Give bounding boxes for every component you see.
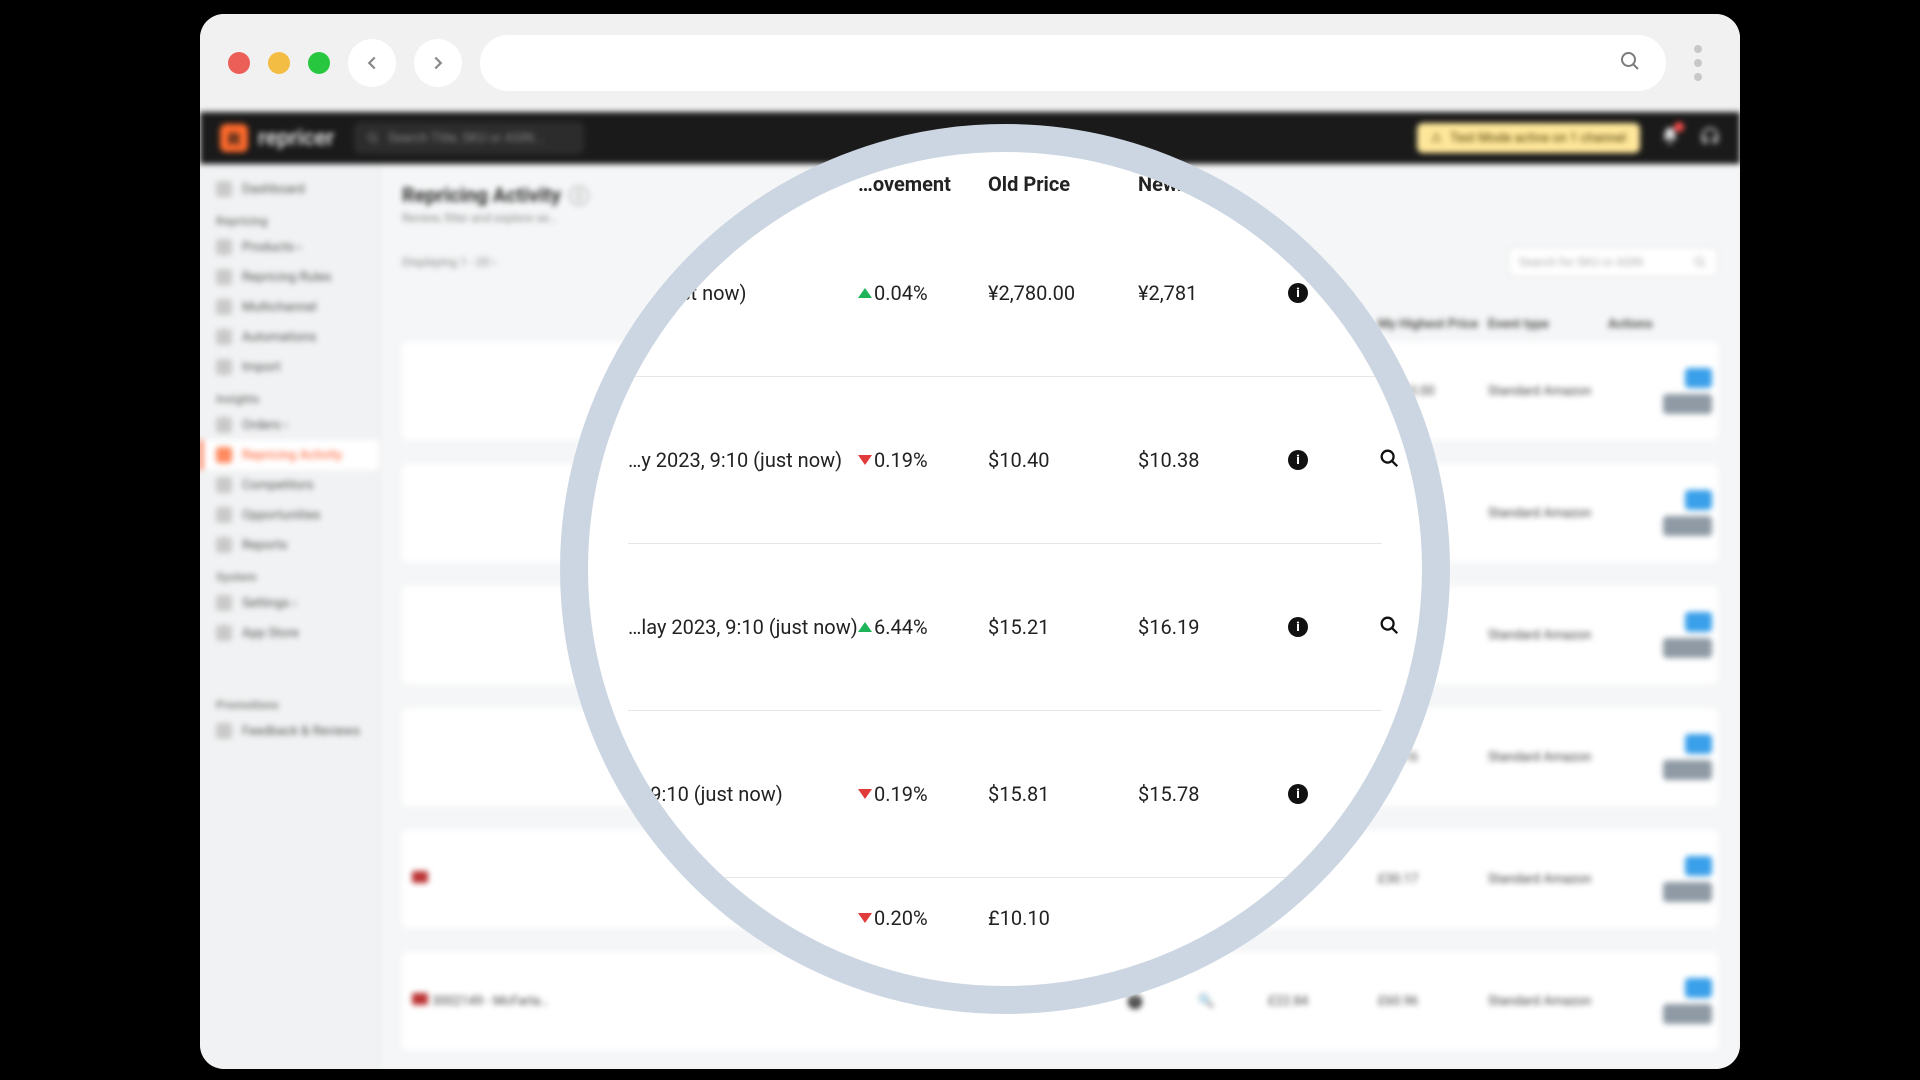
- test-mode-banner[interactable]: ⚠ Test Mode active on 1 channel: [1417, 123, 1641, 153]
- lens-timestamp: …lay 2023, 9:10 (just now): [628, 615, 858, 639]
- sidebar-item-multichannel[interactable]: Multichannel: [200, 292, 379, 322]
- browser-back-button[interactable]: [348, 39, 396, 87]
- sidebar-item-dashboard[interactable]: Dashboard: [200, 174, 379, 204]
- brand-name: repricer: [258, 126, 334, 151]
- sidebar-item-rules[interactable]: Repricing Rules: [200, 262, 379, 292]
- sidebar-item-products[interactable]: Products ›: [200, 232, 379, 262]
- lens-row: …0 (just now) 0.04% ¥2,780.00 ¥2,781 i: [628, 210, 1382, 377]
- movement-down-icon: 0.19%: [858, 782, 988, 806]
- lens-old-price: $15.81: [988, 782, 1138, 806]
- notifications-icon[interactable]: [1660, 126, 1680, 150]
- browser-url-bar[interactable]: [480, 35, 1666, 91]
- sidebar-item-import[interactable]: Import: [200, 352, 379, 382]
- sidebar-item-opportunities[interactable]: Opportunities: [200, 500, 379, 530]
- lens-timestamp: …, 9:10 (just now): [628, 782, 858, 806]
- lens-row: …, 9:10 (just now) 0.19% $15.81 $15.78 i: [628, 711, 1382, 878]
- browser-menu-icon[interactable]: [1684, 45, 1712, 81]
- badge: [1685, 368, 1712, 388]
- sidebar-item-appstore[interactable]: App Store: [200, 618, 379, 648]
- lens-new-price: $16.19: [1138, 615, 1288, 639]
- sidebar-item-automations[interactable]: Automations: [200, 322, 379, 352]
- movement-up-icon: 6.44%: [858, 615, 988, 639]
- magnifier-lens: …ovement Old Price New… …0 (just now) 0.…: [560, 124, 1450, 1014]
- sidebar-item-settings[interactable]: Settings ›: [200, 588, 379, 618]
- brand: ʀ repricer: [220, 124, 334, 152]
- sidebar-item-reports[interactable]: Reports: [200, 530, 379, 560]
- sidebar: Dashboard Repricing Products › Repricing…: [200, 164, 380, 1069]
- content-search-input[interactable]: Search for SKU or ASIN: [1508, 247, 1718, 277]
- sidebar-group-system: System: [200, 560, 379, 588]
- sidebar-item-feedback[interactable]: Feedback & Reviews: [200, 716, 379, 746]
- browser-titlebar: [200, 14, 1740, 112]
- sidebar-item-competitors[interactable]: Competitors: [200, 470, 379, 500]
- window-zoom-icon[interactable]: [308, 52, 330, 74]
- window-minimize-icon[interactable]: [268, 52, 290, 74]
- help-circle-icon[interactable]: ⓘ: [569, 180, 589, 209]
- lens-old-price: $10.40: [988, 448, 1138, 472]
- brand-logo-icon: ʀ: [220, 124, 248, 152]
- lens-old-price: $15.21: [988, 615, 1138, 639]
- sidebar-group-promotions: Promotions: [200, 688, 379, 716]
- lens-new-price: $10.38: [1138, 448, 1288, 472]
- lens-row: …y 2023, 9:10 (just now) 0.19% $10.40 $1…: [628, 377, 1382, 544]
- lens-old-price: ¥2,780.00: [988, 281, 1138, 305]
- movement-up-icon: 0.04%: [858, 281, 988, 305]
- sidebar-item-repricing-activity[interactable]: Repricing Activity: [200, 440, 379, 470]
- warning-icon: ⚠: [1431, 131, 1443, 146]
- help-icon[interactable]: [1700, 126, 1720, 150]
- lens-timestamp: …y 2023, 9:10 (just now): [628, 448, 858, 472]
- lens-row: …lay 2023, 9:10 (just now) 6.44% $15.21 …: [628, 544, 1382, 711]
- sidebar-item-orders[interactable]: Orders ›: [200, 410, 379, 440]
- header-search-input[interactable]: Search Title, SKU or ASIN...: [354, 122, 584, 154]
- sidebar-group-repricing: Repricing: [200, 204, 379, 232]
- info-icon[interactable]: i: [1128, 995, 1142, 1009]
- search-icon[interactable]: [1378, 447, 1438, 474]
- pagination-summary: Displaying 1 - 20 ›: [402, 255, 496, 269]
- search-icon: [1618, 49, 1642, 77]
- browser-forward-button[interactable]: [414, 39, 462, 87]
- lens-old-price: £10.10: [988, 906, 1138, 930]
- sidebar-group-insights: Insights: [200, 382, 379, 410]
- movement-down-icon: 0.20%: [858, 906, 988, 930]
- browser-window: ʀ repricer Search Title, SKU or ASIN... …: [200, 14, 1740, 1069]
- movement-down-icon: 0.19%: [858, 448, 988, 472]
- lens-new-price: ¥2,781: [1138, 281, 1288, 305]
- info-icon[interactable]: i: [1288, 617, 1308, 637]
- window-close-icon[interactable]: [228, 52, 250, 74]
- search-icon[interactable]: [1378, 614, 1438, 641]
- lens-new-price: $15.78: [1138, 782, 1288, 806]
- lens-timestamp: …0 (just now): [628, 281, 858, 305]
- info-icon[interactable]: i: [1288, 450, 1308, 470]
- info-icon[interactable]: i: [1288, 283, 1308, 303]
- flag-icon: [412, 871, 428, 883]
- window-controls: [228, 52, 330, 74]
- info-icon[interactable]: i: [1288, 784, 1308, 804]
- flag-icon: [412, 993, 428, 1005]
- search-icon[interactable]: 🔍: [1198, 994, 1268, 1009]
